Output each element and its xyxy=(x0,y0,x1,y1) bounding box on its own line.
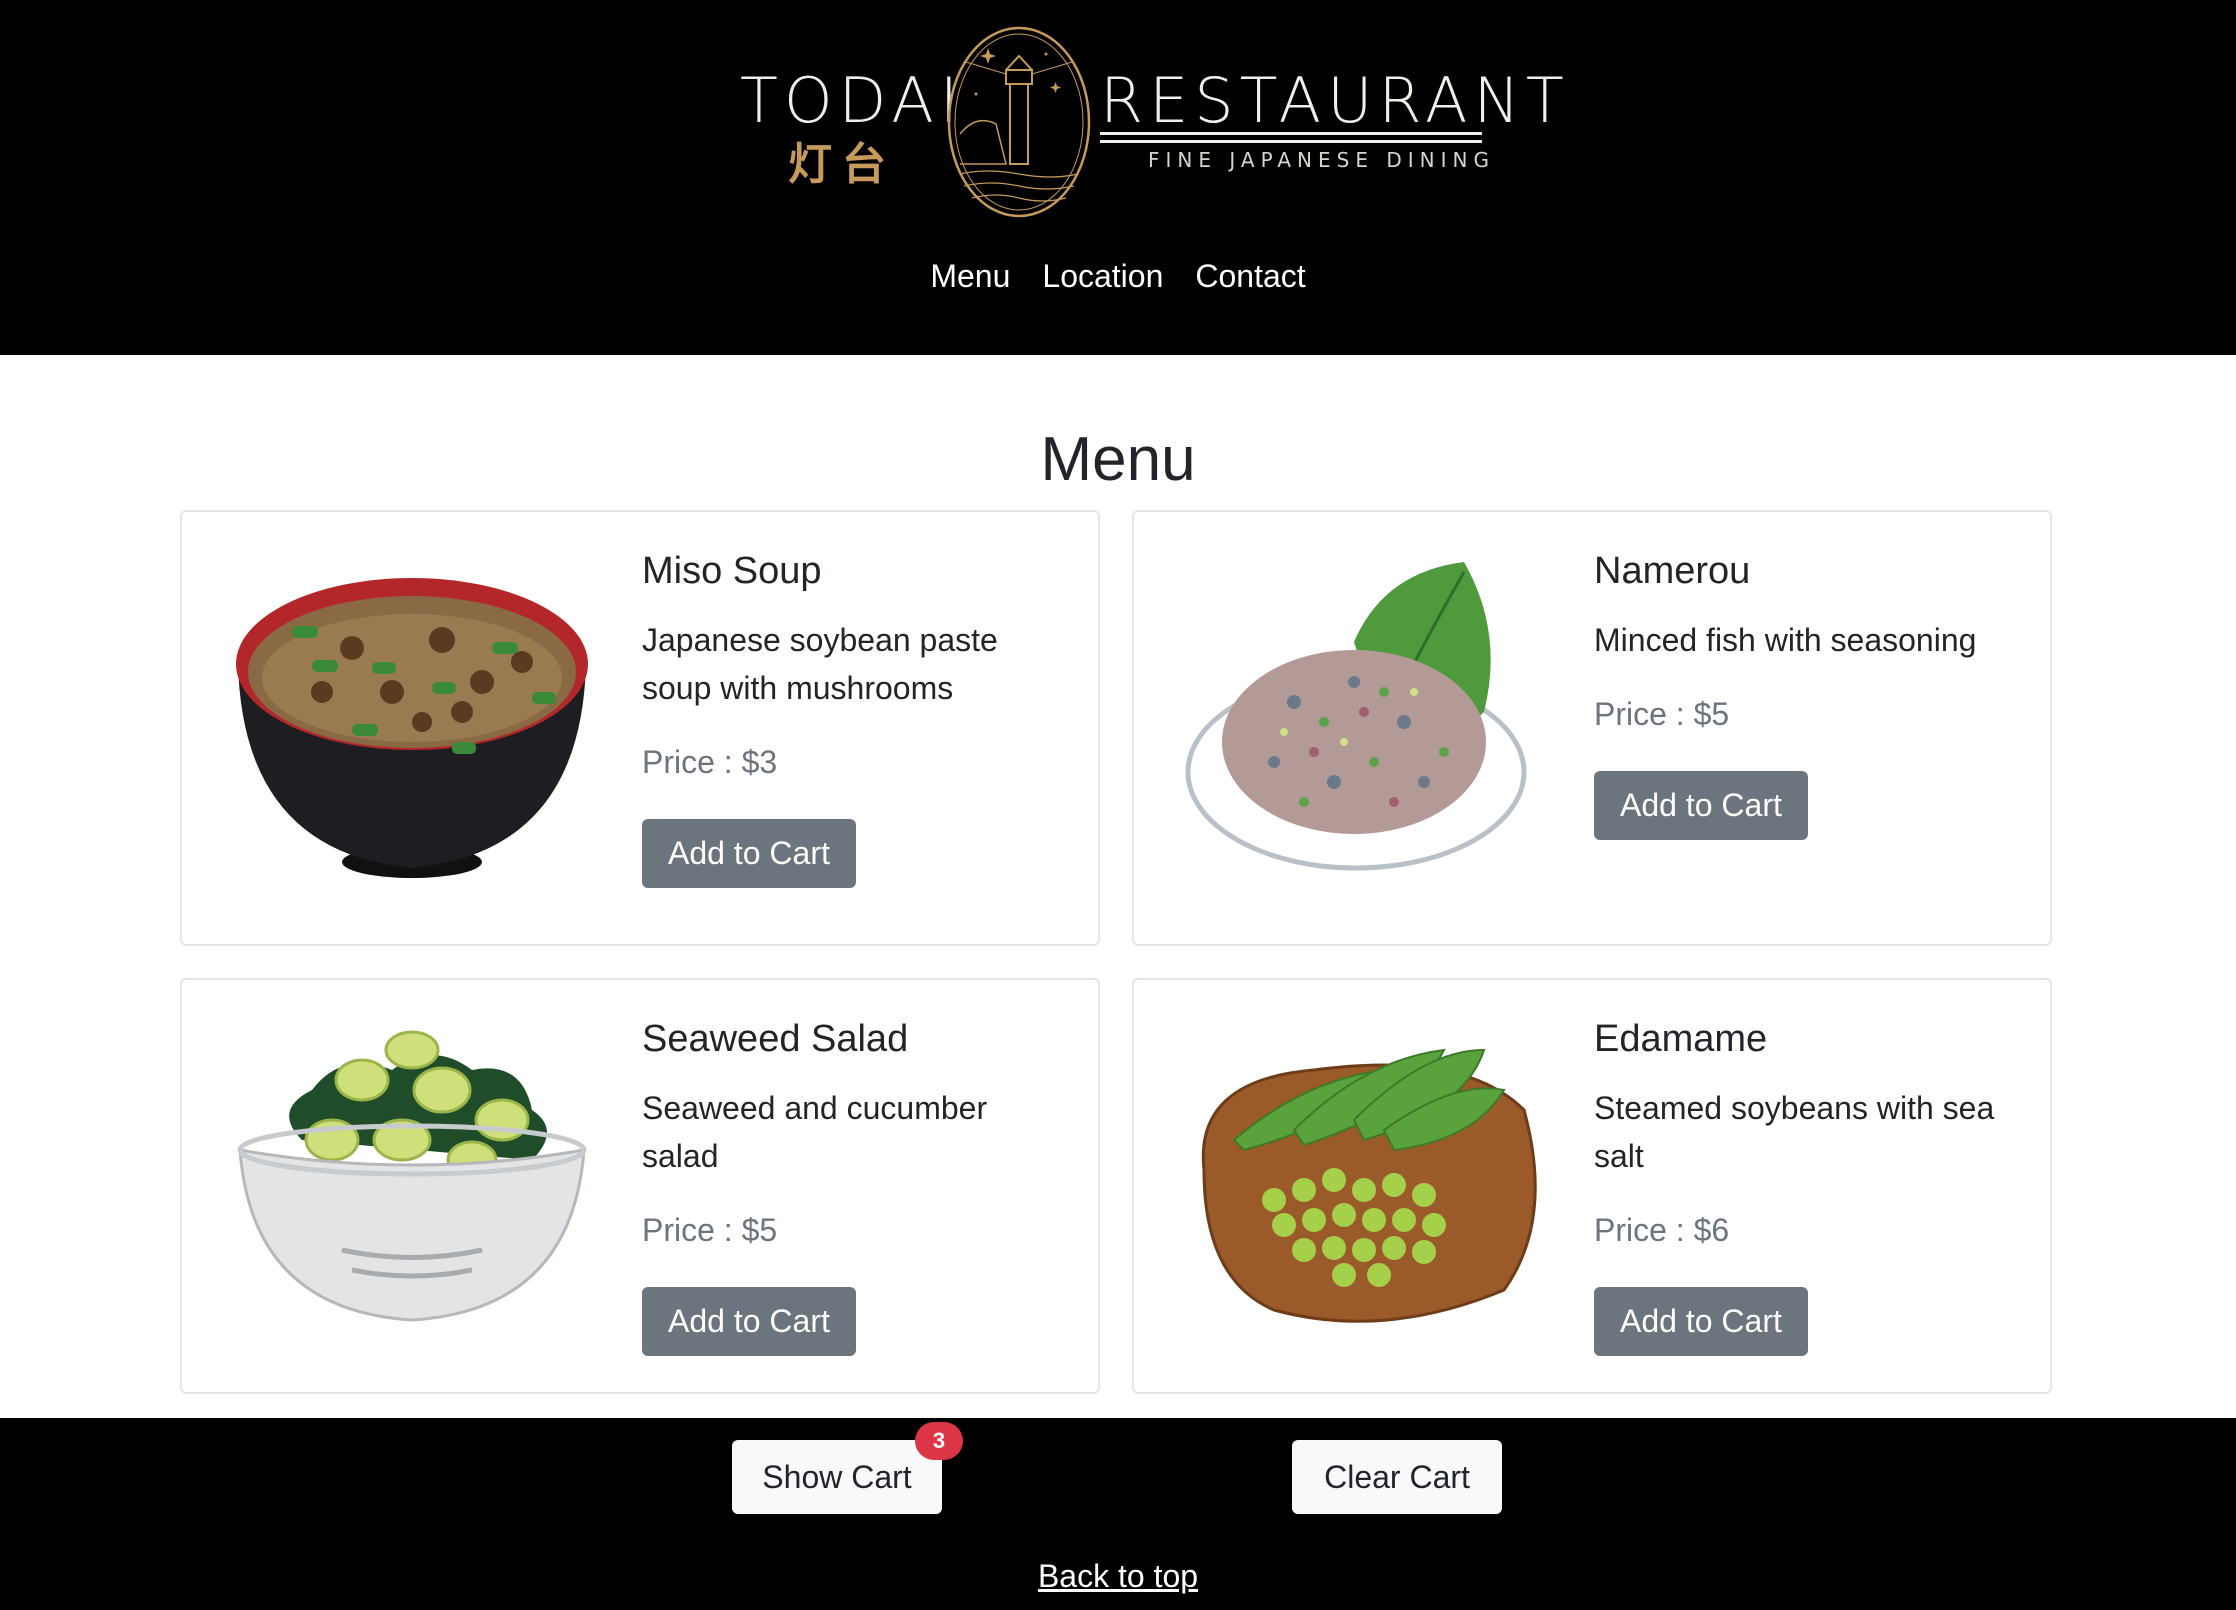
menu-item-info: Seaweed Salad Seaweed and cucumber salad… xyxy=(642,1016,1062,1356)
logo-tagline: FINE JAPANESE DINING xyxy=(1148,148,1495,172)
clear-cart-button[interactable]: Clear Cart xyxy=(1292,1440,1502,1514)
menu-item-info: Edamame Steamed soybeans with sea salt P… xyxy=(1594,1016,2014,1356)
nav-link-contact[interactable]: Contact xyxy=(1195,258,1305,295)
add-to-cart-button[interactable]: Add to Cart xyxy=(642,1287,856,1356)
back-to-top-link[interactable]: Back to top xyxy=(0,1558,2236,1595)
logo-divider xyxy=(1100,132,1482,135)
menu-item-name: Seaweed Salad xyxy=(642,1018,909,1060)
menu-item-description: Minced fish with seasoning xyxy=(1594,622,1977,658)
lighthouse-emblem-icon xyxy=(947,26,1091,218)
add-to-cart-button[interactable]: Add to Cart xyxy=(1594,771,1808,840)
menu-item-description: Japanese soybean paste soup with mushroo… xyxy=(642,622,998,706)
logo-text-todai: TODAI xyxy=(740,64,965,137)
menu-item-card: Miso Soup Japanese soybean paste soup wi… xyxy=(180,510,1100,946)
seaweed-salad-image xyxy=(237,1030,587,1322)
site-footer: Show Cart 3 Clear Cart Back to top xyxy=(0,1418,2236,1610)
menu-item-info: Miso Soup Japanese soybean paste soup wi… xyxy=(642,548,1062,888)
add-to-cart-button[interactable]: Add to Cart xyxy=(1594,1287,1808,1356)
logo-divider xyxy=(1100,140,1482,143)
menu-item-name: Miso Soup xyxy=(642,550,822,592)
miso-soup-image xyxy=(236,578,588,878)
cart-count-badge: 3 xyxy=(915,1422,963,1460)
site-header: TODAI 灯台 RESTAURANT FINE JAPANESE DINING… xyxy=(0,0,2236,355)
menu-item-price: Price : $5 xyxy=(642,1212,778,1248)
menu-item-price: Price : $3 xyxy=(642,744,778,780)
menu-item-price: Price : $5 xyxy=(1594,696,1730,732)
logo-text-restaurant: RESTAURANT xyxy=(1100,64,1570,137)
logo-kanji: 灯台 xyxy=(788,140,896,189)
nav-link-location[interactable]: Location xyxy=(1042,258,1163,295)
menu-item-card: Namerou Minced fish with seasoning Price… xyxy=(1132,510,2052,946)
edamame-image xyxy=(1201,1048,1537,1323)
menu-item-description: Seaweed and cucumber salad xyxy=(642,1090,988,1174)
menu-item-card: Edamame Steamed soybeans with sea salt P… xyxy=(1132,978,2052,1394)
menu-item-description: Steamed soybeans with sea salt xyxy=(1594,1090,1995,1174)
menu-item-price: Price : $6 xyxy=(1594,1212,1730,1248)
menu-item-info: Namerou Minced fish with seasoning Price… xyxy=(1594,548,2014,840)
restaurant-logo[interactable]: TODAI 灯台 RESTAURANT FINE JAPANESE DINING xyxy=(740,24,1564,224)
show-cart-button[interactable]: Show Cart xyxy=(732,1440,942,1514)
menu-item-name: Edamame xyxy=(1594,1018,1768,1060)
menu-item-card: Seaweed Salad Seaweed and cucumber salad… xyxy=(180,978,1100,1394)
namerou-image xyxy=(1185,562,1527,871)
menu-item-name: Namerou xyxy=(1594,550,1751,592)
page-title: Menu xyxy=(1040,425,1196,494)
add-to-cart-button[interactable]: Add to Cart xyxy=(642,819,856,888)
nav-link-menu[interactable]: Menu xyxy=(930,258,1010,295)
main-nav: Menu Location Contact xyxy=(0,258,2236,295)
